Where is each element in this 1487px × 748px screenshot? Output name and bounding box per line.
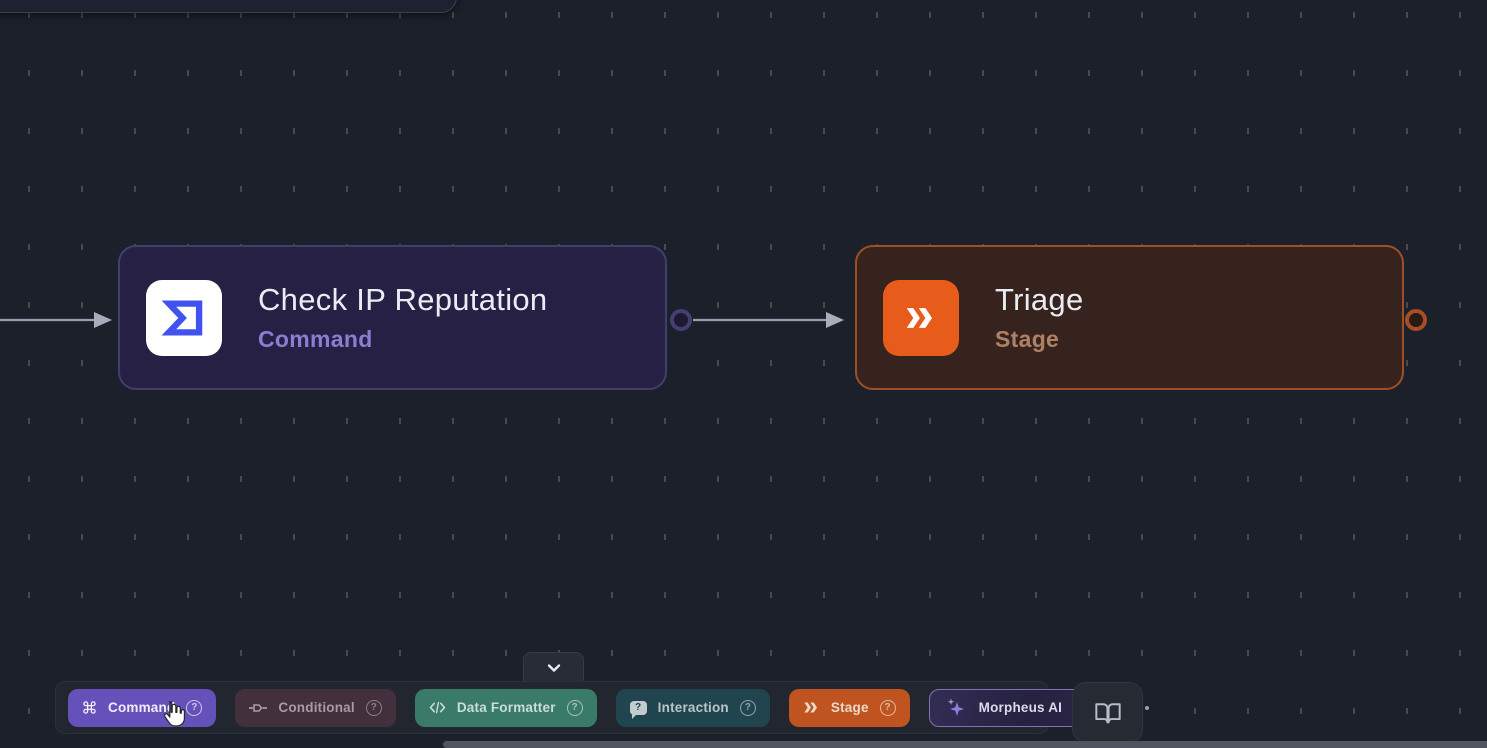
toolbar-item-label: Interaction bbox=[658, 700, 729, 715]
toolbar-item-label: Command bbox=[108, 700, 175, 715]
toolbar-collapse-button[interactable] bbox=[523, 652, 584, 683]
conditional-icon bbox=[249, 702, 267, 714]
command-key-icon bbox=[82, 700, 97, 715]
sparkle-icon bbox=[944, 696, 968, 720]
node-check-ip-reputation[interactable]: Check IP Reputation Command bbox=[118, 245, 667, 390]
workflow-canvas[interactable]: Check IP Reputation Command Triage Stage bbox=[0, 0, 1487, 748]
node-type-label: Command bbox=[258, 326, 547, 353]
help-icon[interactable]: ? bbox=[567, 700, 583, 716]
toolbar-item-conditional[interactable]: Conditional ? bbox=[235, 689, 395, 727]
help-icon[interactable]: ? bbox=[880, 700, 896, 716]
code-icon bbox=[429, 701, 446, 714]
help-icon[interactable]: ? bbox=[366, 700, 382, 716]
node-output-port[interactable] bbox=[1405, 309, 1427, 331]
edge-connector-arrow bbox=[693, 308, 847, 332]
command-sigma-icon bbox=[146, 280, 222, 356]
node-palette-toolbar: Command ? Conditional ? Data Formatter ?… bbox=[55, 681, 1049, 734]
book-open-icon bbox=[1094, 701, 1122, 725]
help-icon[interactable]: ? bbox=[186, 700, 202, 716]
stage-chevrons-icon bbox=[883, 280, 959, 356]
node-type-label: Stage bbox=[995, 326, 1084, 353]
node-triage[interactable]: Triage Stage bbox=[855, 245, 1404, 390]
toolbar-item-interaction[interactable]: ? Interaction ? bbox=[616, 689, 770, 727]
toolbar-item-label: Morpheus AI bbox=[979, 700, 1062, 715]
toolbar-item-command[interactable]: Command ? bbox=[68, 689, 216, 727]
edge-incoming-arrow bbox=[0, 308, 114, 332]
node-title: Check IP Reputation bbox=[258, 282, 547, 318]
toolbar-item-label: Conditional bbox=[278, 700, 354, 715]
chevron-down-icon bbox=[546, 663, 562, 673]
node-output-port[interactable] bbox=[670, 309, 692, 331]
docs-library-button[interactable] bbox=[1072, 682, 1143, 743]
toolbar-item-stage[interactable]: Stage ? bbox=[789, 689, 910, 727]
node-title: Triage bbox=[995, 282, 1084, 318]
toolbar-item-label: Data Formatter bbox=[457, 700, 556, 715]
stage-chevrons-icon bbox=[803, 702, 820, 713]
toolbar-item-data-formatter[interactable]: Data Formatter ? bbox=[415, 689, 597, 727]
speech-question-icon: ? bbox=[630, 701, 647, 715]
help-icon[interactable]: ? bbox=[740, 700, 756, 716]
horizontal-scrollbar[interactable] bbox=[443, 741, 1487, 748]
toolbar-item-label: Stage bbox=[831, 700, 869, 715]
top-panel-edge bbox=[0, 0, 457, 13]
